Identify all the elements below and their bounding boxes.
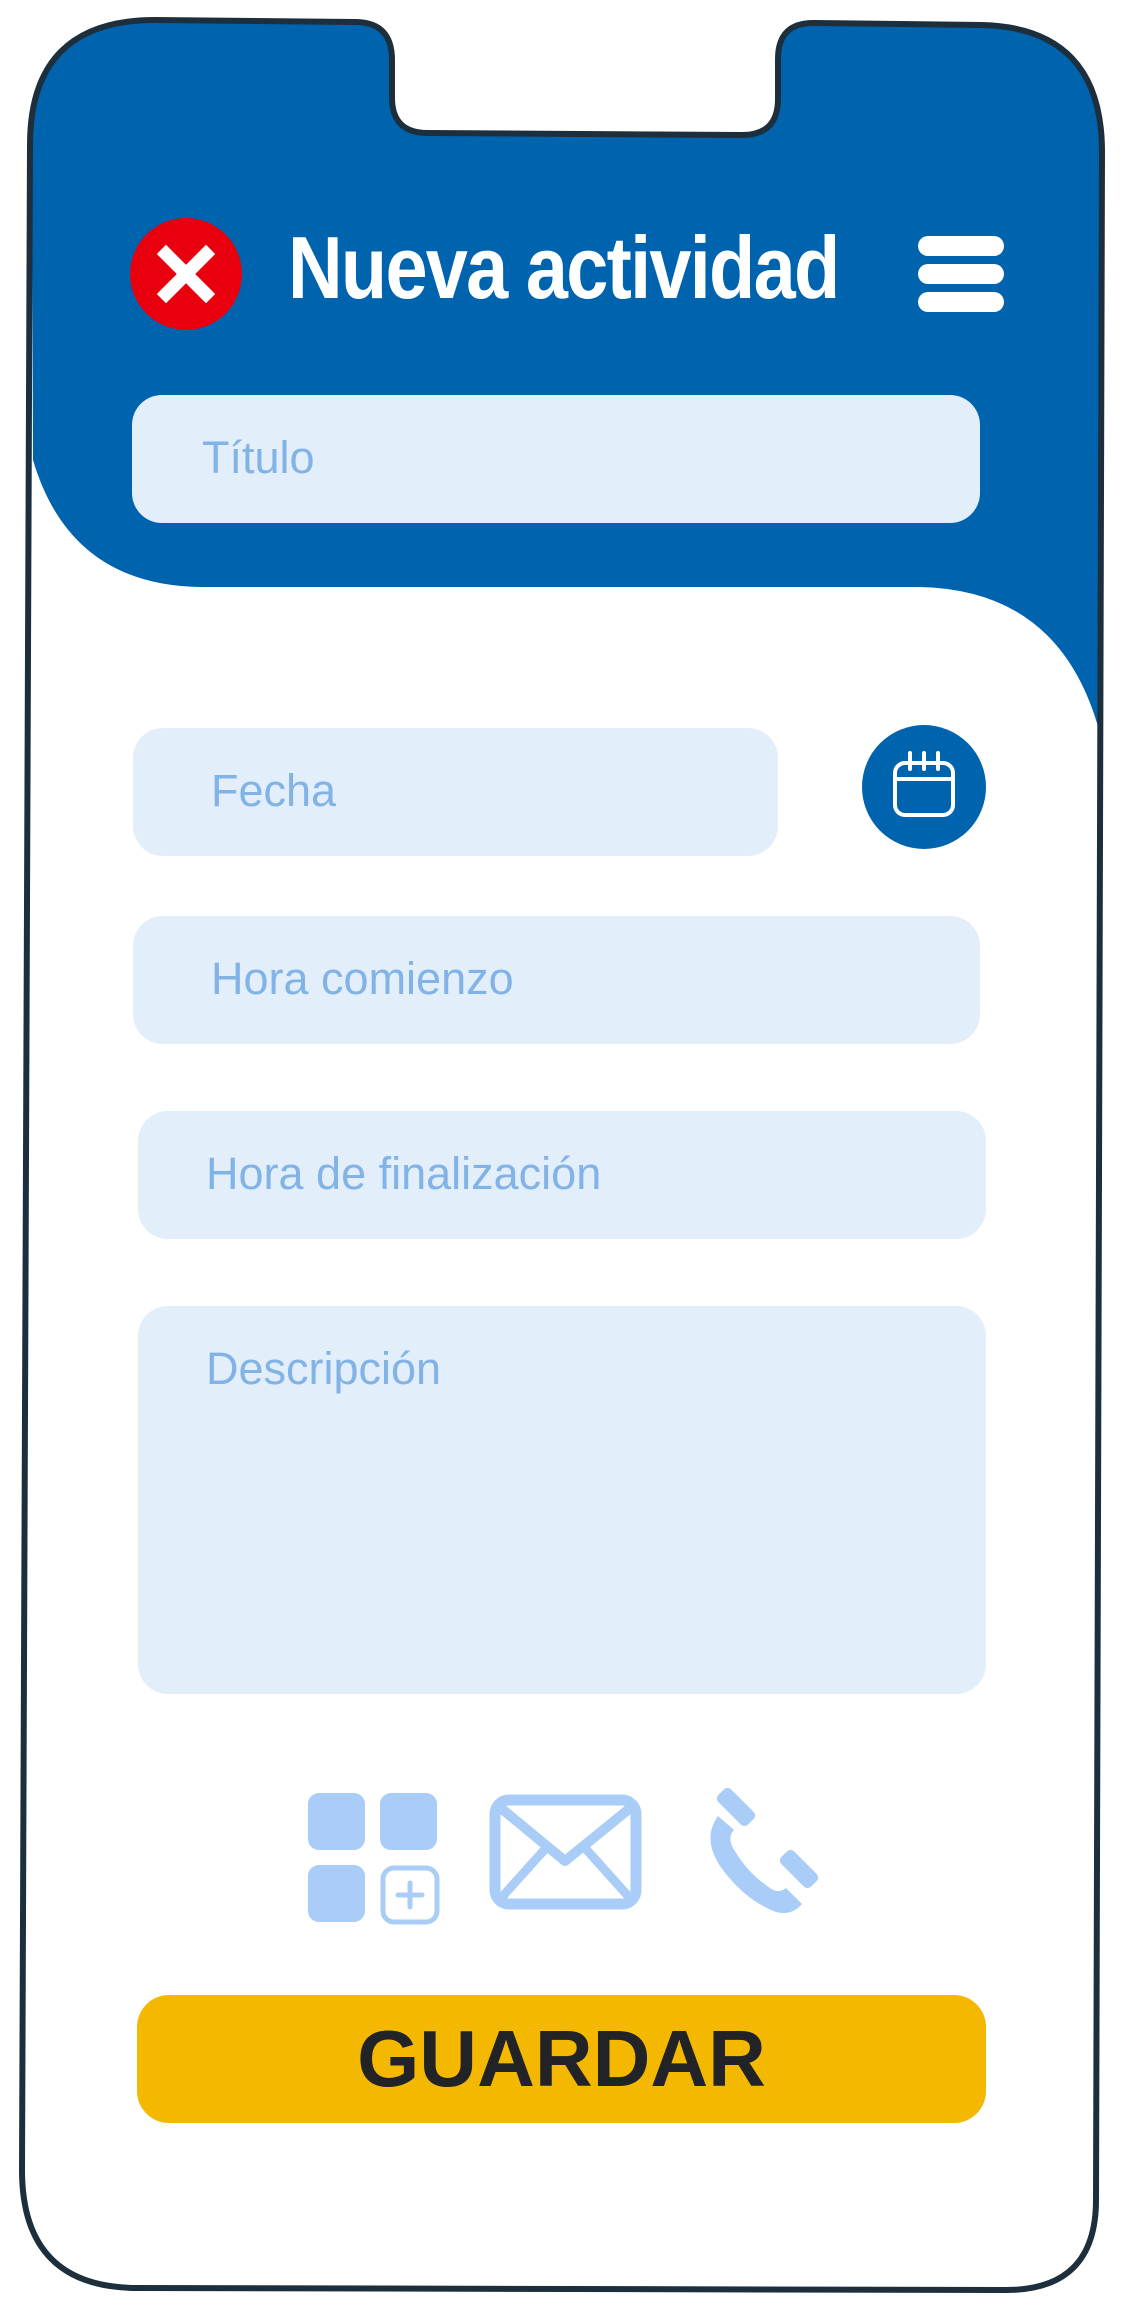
phone-button[interactable] — [700, 1787, 828, 1916]
add-app-button[interactable] — [305, 1790, 441, 1926]
close-button[interactable] — [130, 218, 242, 330]
title-placeholder: Título — [202, 432, 315, 483]
description-textarea[interactable]: Descripción — [138, 1306, 986, 1694]
end-time-input[interactable]: Hora de finalización — [138, 1111, 986, 1239]
date-input[interactable]: Fecha — [133, 728, 778, 856]
add-app-icon — [308, 1793, 440, 1925]
menu-button[interactable] — [918, 236, 1004, 312]
save-button[interactable]: GUARDAR — [137, 1995, 986, 2123]
page-title: Nueva actividad — [288, 218, 840, 317]
description-placeholder: Descripción — [206, 1343, 442, 1394]
mail-button[interactable] — [488, 1793, 643, 1911]
start-time-input[interactable]: Hora comienzo — [133, 916, 980, 1044]
start-time-placeholder: Hora comienzo — [211, 953, 514, 1004]
calendar-button[interactable] — [862, 725, 986, 849]
close-icon — [156, 244, 216, 304]
date-placeholder: Fecha — [211, 765, 337, 816]
mail-icon — [489, 1794, 642, 1910]
title-input[interactable]: Título — [132, 395, 980, 523]
hamburger-menu-icon — [918, 236, 1004, 256]
phone-icon — [710, 1787, 819, 1913]
end-time-placeholder: Hora de finalización — [206, 1148, 602, 1199]
calendar-icon — [893, 751, 955, 817]
